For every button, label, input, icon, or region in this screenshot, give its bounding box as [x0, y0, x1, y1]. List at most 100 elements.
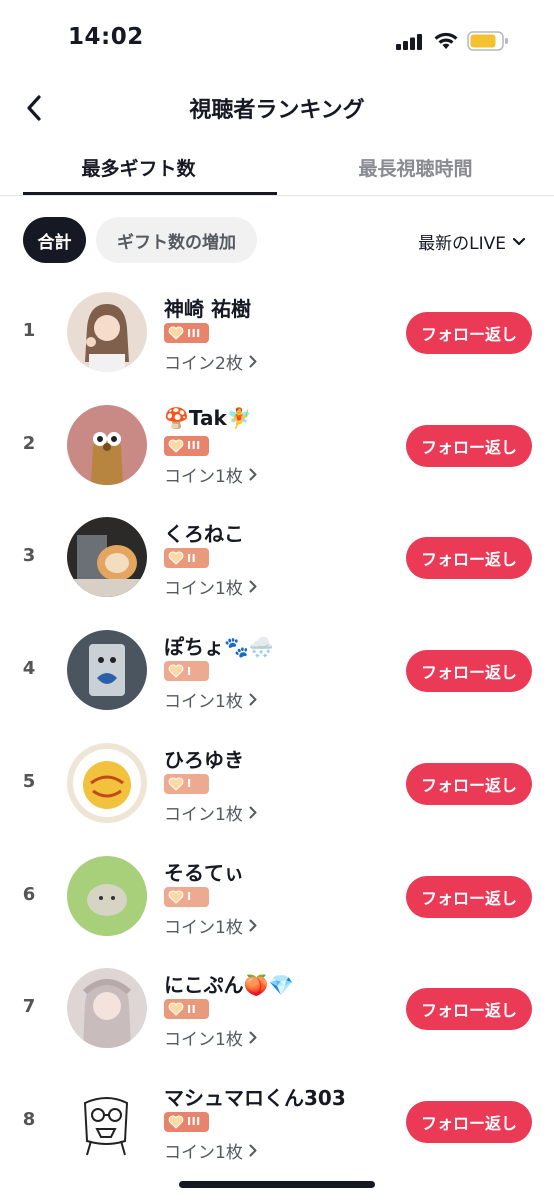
- follow-back-button[interactable]: フォロー返し: [406, 1100, 532, 1143]
- coin-count: コイン2枚: [164, 354, 243, 374]
- coin-count-link[interactable]: コイン1枚: [164, 687, 257, 712]
- active-tab-indicator: [23, 192, 277, 195]
- viewer-name[interactable]: 神崎 祐樹: [164, 293, 251, 322]
- page-title: 視聴者ランキング: [189, 98, 365, 123]
- viewer-row[interactable]: 8 マシュマロくん303 III コイン1枚 フォロー返し: [0, 1064, 554, 1176]
- viewer-name[interactable]: くろねこ: [164, 518, 244, 547]
- tab-most-gifts[interactable]: 最多ギフト数: [0, 140, 277, 195]
- tab-longest-watch-time[interactable]: 最長視聴時間: [277, 140, 554, 195]
- heart-icon: [168, 326, 184, 340]
- badge-level: II: [187, 1002, 197, 1016]
- coin-count-link[interactable]: コイン1枚: [164, 574, 257, 599]
- viewer-name[interactable]: 🍄Tak🧚: [164, 406, 252, 430]
- badge-level: II: [187, 551, 197, 565]
- gifter-level-badge: II: [164, 548, 209, 569]
- status-bar: 14:02: [0, 0, 554, 80]
- heart-icon: [168, 1002, 184, 1016]
- badge-level: I: [187, 664, 192, 678]
- viewer-row[interactable]: 2 🍄Tak🧚 III コイン1枚 フォロー返し: [0, 388, 554, 500]
- coin-count: コイン1枚: [164, 579, 243, 600]
- avatar[interactable]: [67, 742, 147, 823]
- home-indicator: [179, 1181, 375, 1188]
- chevron-right-icon: [249, 1031, 257, 1044]
- rank-number: 8: [22, 1108, 36, 1130]
- follow-back-button[interactable]: フォロー返し: [406, 312, 532, 354]
- rank-number: 4: [22, 658, 36, 680]
- coin-count: コイン1枚: [164, 1142, 243, 1163]
- rank-number: 1: [22, 320, 36, 341]
- battery-icon: [467, 31, 508, 51]
- gifter-level-badge: III: [164, 1111, 209, 1132]
- badge-level: III: [187, 1115, 201, 1129]
- chevron-right-icon: [249, 580, 257, 593]
- viewer-row[interactable]: 7 にこぷん🍑💎 II コイン1枚 フォロー返し: [0, 951, 554, 1063]
- filter-bar: 合計 ギフト数の増加 最新のLIVE: [0, 217, 554, 263]
- viewer-name[interactable]: マシュマロくん303: [164, 1082, 346, 1111]
- coin-count: コイン1枚: [164, 917, 243, 938]
- badge-level: I: [187, 890, 192, 903]
- follow-back-button[interactable]: フォロー返し: [406, 875, 532, 918]
- viewer-row[interactable]: 1 神崎 祐樹 III コイン2枚 フォロー返し: [0, 275, 554, 387]
- heart-icon: [168, 1115, 184, 1129]
- gifter-level-badge: III: [164, 435, 209, 456]
- rank-number: 7: [22, 996, 36, 1018]
- heart-icon: [168, 890, 184, 904]
- coin-count-link[interactable]: コイン1枚: [164, 913, 257, 938]
- viewer-name[interactable]: そるてぃ: [164, 857, 244, 886]
- chevron-right-icon: [249, 1144, 257, 1157]
- tab-bar: 最多ギフト数 最長視聴時間: [0, 140, 554, 196]
- avatar[interactable]: [67, 630, 147, 711]
- avatar[interactable]: [67, 968, 147, 1049]
- avatar[interactable]: [67, 517, 147, 598]
- follow-back-button[interactable]: フォロー返し: [406, 424, 532, 467]
- rank-number: 3: [22, 545, 36, 567]
- chevron-right-icon: [249, 919, 257, 931]
- live-select-label: 最新のLIVE: [418, 234, 506, 254]
- rank-number: 2: [22, 432, 36, 454]
- coin-count-link[interactable]: コイン1枚: [164, 1138, 257, 1163]
- heart-icon: [168, 777, 184, 791]
- badge-level: III: [187, 326, 201, 340]
- coin-count: コイン1枚: [164, 1030, 243, 1051]
- chevron-right-icon: [249, 468, 257, 481]
- follow-back-button[interactable]: フォロー返し: [406, 650, 532, 693]
- avatar[interactable]: [67, 855, 147, 936]
- heart-icon: [168, 551, 184, 566]
- viewer-row[interactable]: 6 そるてぃ I コイン1枚 フォロー返し: [0, 839, 554, 951]
- wifi-icon: [434, 32, 458, 49]
- filter-chip-gift-increase[interactable]: ギフト数の増加: [96, 217, 257, 263]
- chevron-right-icon: [249, 693, 257, 706]
- gifter-level-badge: I: [164, 661, 209, 682]
- gifter-level-badge: II: [164, 999, 209, 1020]
- viewer-row[interactable]: 4 ぽちょ🐾🌨️ I コイン1枚 フォロー返し: [0, 613, 554, 725]
- live-select-dropdown[interactable]: 最新のLIVE: [418, 229, 526, 254]
- coin-count-link[interactable]: コイン1枚: [164, 800, 257, 825]
- heart-icon: [168, 439, 184, 453]
- coin-count-link[interactable]: コイン1枚: [164, 1025, 257, 1050]
- viewer-name[interactable]: ひろゆき: [164, 744, 244, 773]
- badge-level: III: [187, 439, 201, 453]
- viewer-row[interactable]: 3 くろねこ II コイン1枚 フォロー返し: [0, 500, 554, 612]
- avatar[interactable]: [67, 404, 147, 485]
- viewer-name[interactable]: ぽちょ🐾🌨️: [164, 631, 274, 660]
- gifter-level-badge: I: [164, 773, 209, 794]
- heart-icon: [168, 664, 184, 678]
- viewer-name[interactable]: にこぷん🍑💎: [164, 969, 293, 998]
- follow-back-button[interactable]: フォロー返し: [406, 762, 532, 805]
- follow-back-button[interactable]: フォロー返し: [406, 537, 532, 580]
- coin-count-link[interactable]: コイン2枚: [164, 349, 257, 374]
- gifter-level-badge: I: [164, 886, 209, 907]
- chevron-right-icon: [249, 355, 257, 368]
- gifter-level-badge: III: [164, 323, 209, 343]
- follow-back-button[interactable]: フォロー返し: [406, 988, 532, 1031]
- avatar[interactable]: [67, 1080, 147, 1161]
- filter-chip-total[interactable]: 合計: [23, 217, 86, 263]
- status-time: 14:02: [68, 24, 144, 50]
- coin-count: コイン1枚: [164, 466, 243, 487]
- badge-level: I: [187, 777, 192, 791]
- avatar[interactable]: [67, 292, 147, 372]
- cellular-signal-icon: [396, 34, 422, 50]
- viewer-row[interactable]: 5 ひろゆき I コイン1枚 フォロー返し: [0, 726, 554, 838]
- coin-count-link[interactable]: コイン1枚: [164, 462, 257, 487]
- chevron-down-icon: [512, 237, 526, 245]
